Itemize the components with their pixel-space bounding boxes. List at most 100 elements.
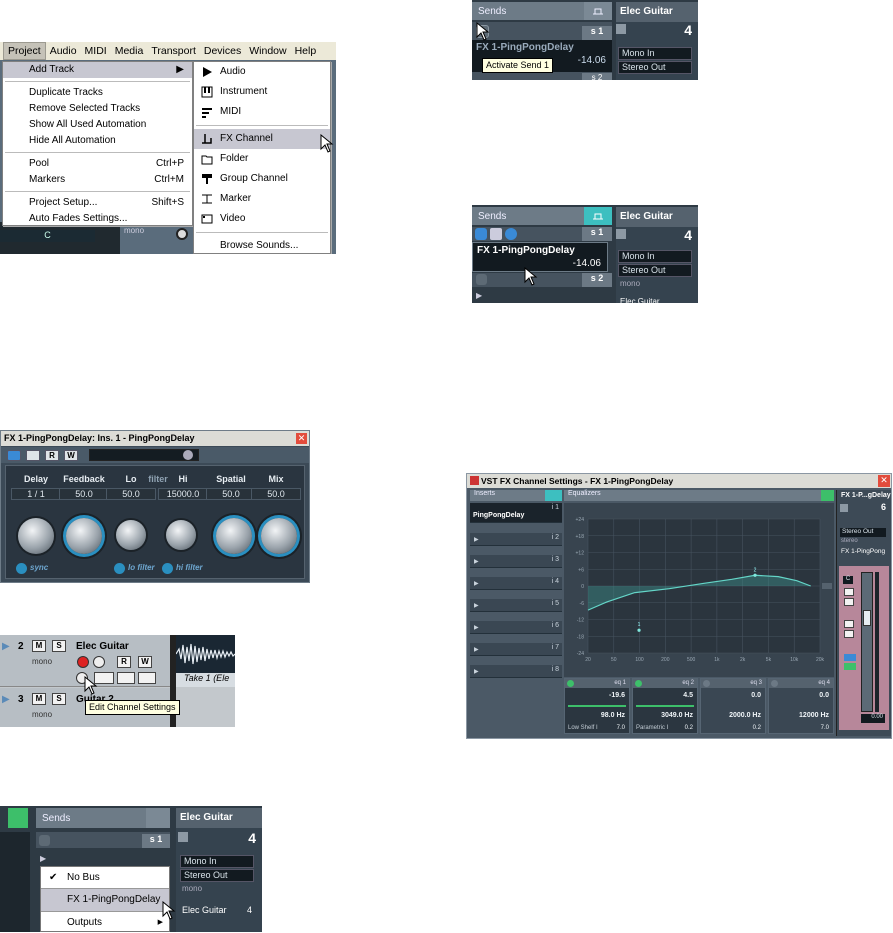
expand-arrow-icon[interactable]: ▶ xyxy=(474,558,479,565)
value-delay[interactable]: 1 / 1 xyxy=(11,488,61,500)
track-expand-icon[interactable]: ▶ xyxy=(2,641,10,652)
submenu-item-folder[interactable]: Folder xyxy=(194,149,330,169)
routing-icon[interactable] xyxy=(844,663,856,670)
eq-band-gain[interactable]: 0.0 xyxy=(819,692,829,699)
menu-item-remove-selected-tracks[interactable]: Remove Selected Tracks xyxy=(3,101,192,117)
eq-band-frequency[interactable]: 3049.0 Hz xyxy=(661,712,693,719)
eq-band-power-icon[interactable] xyxy=(567,680,574,687)
mix-knob[interactable] xyxy=(261,518,297,554)
audio-event[interactable]: Take 1 (Ele xyxy=(176,635,235,687)
send-slot-2[interactable]: s 2 xyxy=(472,273,612,287)
value-mix[interactable]: 50.0 xyxy=(251,488,301,500)
output-routing[interactable]: Stereo Out xyxy=(840,528,886,537)
input-routing[interactable]: Mono In xyxy=(618,250,692,263)
track-name[interactable]: Elec Guitar xyxy=(76,641,129,652)
insert-slot-8[interactable]: i 8 ▶ xyxy=(470,665,562,678)
send-slot-1[interactable]: s 1 xyxy=(36,832,170,848)
mute-button[interactable]: M xyxy=(32,640,46,652)
menu-item-show-all-used-automation[interactable]: Show All Used Automation xyxy=(3,117,192,133)
channel-dropdown-icon[interactable] xyxy=(840,504,848,512)
menubar-item-audio[interactable]: Audio xyxy=(46,43,81,59)
value-hi[interactable]: 15000.0 xyxy=(158,488,208,500)
track-expand-icon[interactable]: ▶ xyxy=(2,694,10,705)
submenu-item-midi[interactable]: MIDI xyxy=(194,102,330,122)
channel-dropdown-icon[interactable] xyxy=(616,24,626,34)
eq-node-1[interactable] xyxy=(637,628,641,632)
lo-knob[interactable] xyxy=(116,520,146,550)
submenu-item-browse-sounds[interactable]: Browse Sounds... xyxy=(194,236,330,254)
write-button[interactable] xyxy=(844,630,854,638)
preset-icon[interactable] xyxy=(26,450,40,461)
eq-curve-display[interactable]: +24 +18 +12 +6 0 -6 -12 -18 -2420 50 100 200 500 1k 2k… xyxy=(564,503,834,677)
value-feedback[interactable]: 50.0 xyxy=(59,488,109,500)
output-routing[interactable]: Stereo Out xyxy=(618,61,692,74)
spatial-knob[interactable] xyxy=(216,518,252,554)
bypass-icon[interactable] xyxy=(7,450,21,461)
submenu-item-fx-channel[interactable]: FX Channel xyxy=(194,129,330,149)
menu-item-add-track[interactable]: Add Track ▶ xyxy=(3,62,192,78)
feedback-knob[interactable] xyxy=(66,518,102,554)
expand-arrow-icon[interactable]: ▶ xyxy=(474,536,479,543)
expand-arrow-icon[interactable]: ▶ xyxy=(40,854,46,863)
eq-band-q[interactable]: 0.2 xyxy=(753,725,761,731)
expand-arrow-icon[interactable]: ▶ xyxy=(476,291,482,300)
eq-band-q[interactable]: 0.2 xyxy=(685,725,693,731)
value-spatial[interactable]: 50.0 xyxy=(206,488,256,500)
menubar-item-project[interactable]: Project xyxy=(3,42,46,60)
sends-routing-button[interactable] xyxy=(146,808,170,828)
insert-slot-6[interactable]: i 6 ▶ xyxy=(470,621,562,634)
expand-arrow-icon[interactable]: ▶ xyxy=(474,602,479,609)
eq-band-power-icon[interactable] xyxy=(703,680,710,687)
inserts-bypass-icon[interactable] xyxy=(545,490,562,501)
popup-item-outputs[interactable]: Outputs ▶ xyxy=(41,912,169,933)
eq-band-frequency[interactable]: 2000.0 Hz xyxy=(729,712,761,719)
mute-button[interactable] xyxy=(844,588,854,596)
submenu-item-group-channel[interactable]: Group Channel xyxy=(194,169,330,189)
insert-slot-3[interactable]: i 3 ▶ xyxy=(470,555,562,568)
pan-display[interactable]: C xyxy=(843,576,853,584)
popup-item-no-bus[interactable]: ✔ No Bus xyxy=(41,867,169,888)
send-power-icon[interactable] xyxy=(39,835,50,846)
read-button[interactable]: R xyxy=(45,450,59,461)
menu-item-pool[interactable]: Pool Ctrl+P xyxy=(3,156,192,172)
popup-item-fx-1-pingpongdelay[interactable]: FX 1-PingPongDelay xyxy=(41,888,169,912)
send-slot-1[interactable]: s 1 xyxy=(472,227,612,241)
send2-power-icon[interactable] xyxy=(476,274,487,285)
send-slot-2[interactable]: s 2 xyxy=(472,72,612,80)
close-icon[interactable]: ✕ xyxy=(878,475,890,487)
menubar-item-media[interactable]: Media xyxy=(111,43,148,59)
eq-icon[interactable] xyxy=(117,672,135,684)
output-routing[interactable]: Stereo Out xyxy=(180,869,254,882)
eq-band-type[interactable]: Low Shelf I xyxy=(568,725,598,731)
eq-band-power-icon[interactable] xyxy=(635,680,642,687)
record-enable-icon[interactable] xyxy=(77,656,89,668)
submenu-item-instrument[interactable]: Instrument xyxy=(194,82,330,102)
eq-band-2[interactable]: eq 2 4.5 3049.0 Hz Parametric I 0.2 xyxy=(632,678,698,734)
eq-band-type[interactable]: Parametric I xyxy=(636,725,668,731)
eq-node-2[interactable] xyxy=(753,573,757,577)
sends-icon[interactable] xyxy=(138,672,156,684)
eq-band-q[interactable]: 7.0 xyxy=(617,725,625,731)
menubar-item-window[interactable]: Window xyxy=(245,43,290,59)
insert-slot-2[interactable]: i 2 ▶ xyxy=(470,533,562,546)
delay-knob[interactable] xyxy=(18,518,54,554)
write-button[interactable]: W xyxy=(138,656,152,668)
insert-slot-7[interactable]: i 7 ▶ xyxy=(470,643,562,656)
send-edit-icon[interactable] xyxy=(505,228,517,240)
menubar-item-midi[interactable]: MIDI xyxy=(81,43,111,59)
eq-band-gain[interactable]: 4.5 xyxy=(683,692,693,699)
menubar-item-transport[interactable]: Transport xyxy=(147,43,200,59)
eq-band-1[interactable]: eq 1 -19.6 98.0 Hz Low Shelf I 7.0 xyxy=(564,678,630,734)
monitor-icon[interactable] xyxy=(844,654,856,661)
menu-item-auto-fades-settings[interactable]: Auto Fades Settings... xyxy=(3,211,192,227)
solo-button[interactable] xyxy=(844,598,854,606)
expand-arrow-icon[interactable]: ▶ xyxy=(474,580,479,587)
insert-slot-5[interactable]: i 5 ▶ xyxy=(470,599,562,612)
send-power-icon[interactable] xyxy=(475,228,487,240)
value-lo[interactable]: 50.0 xyxy=(106,488,156,500)
expand-arrow-icon[interactable]: ▶ xyxy=(474,668,479,675)
expand-arrow-icon[interactable]: ▶ xyxy=(474,624,479,631)
insert-slot-1[interactable]: i 1 PingPongDelay xyxy=(470,503,562,523)
sends-routing-button[interactable] xyxy=(584,2,612,20)
output-routing[interactable]: Stereo Out xyxy=(618,264,692,277)
